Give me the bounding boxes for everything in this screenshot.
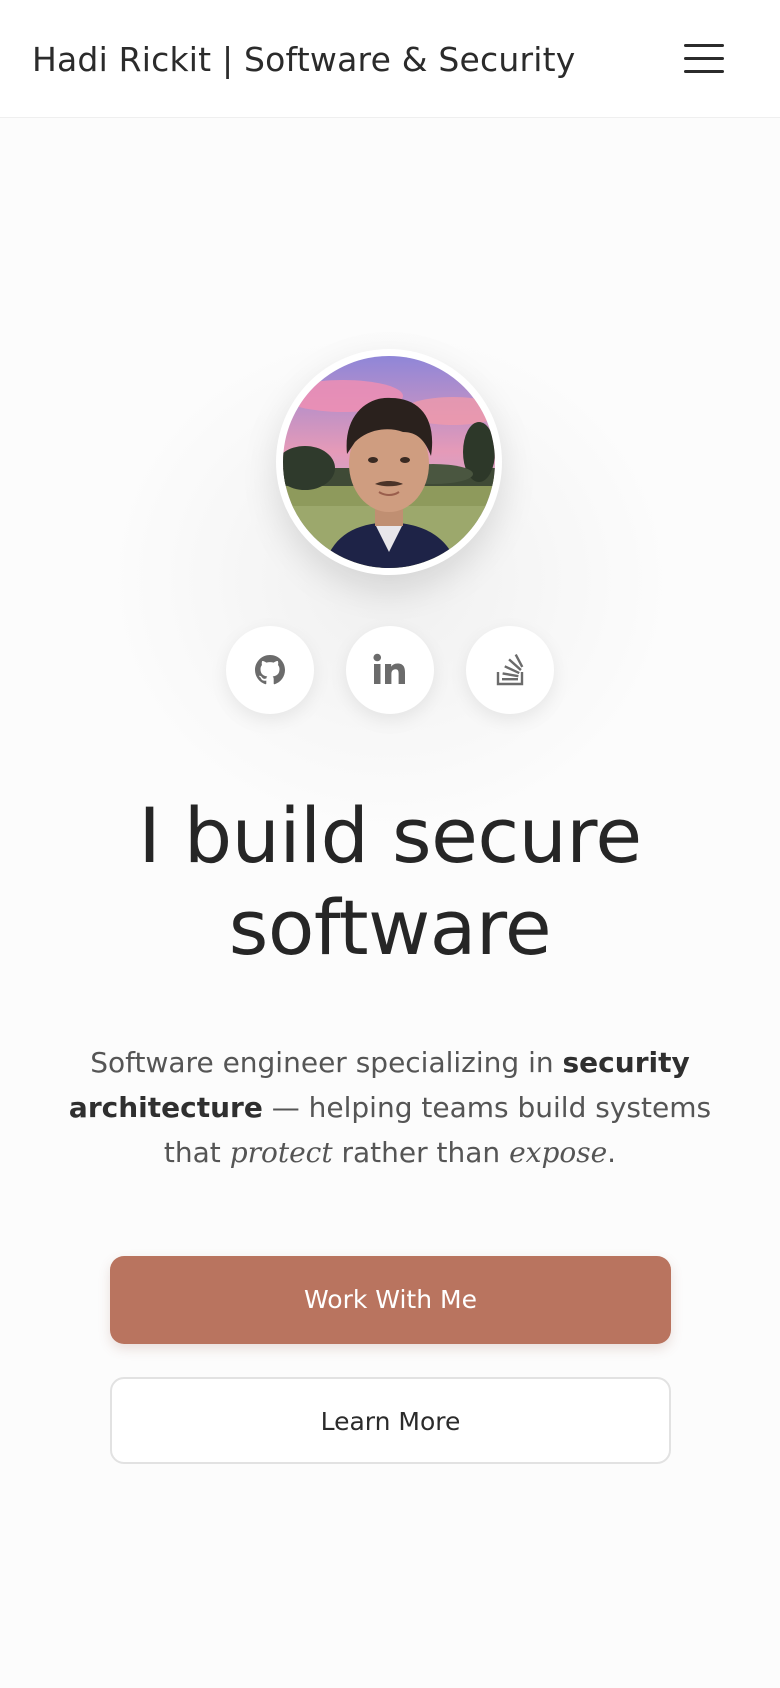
avatar (276, 349, 502, 575)
menu-bar (684, 44, 724, 47)
headline-line-2: software (228, 883, 552, 972)
hero-headline: I build secure software (60, 790, 720, 974)
tagline-text: Software engineer specializing in (90, 1046, 563, 1079)
stackoverflow-link[interactable] (466, 626, 554, 714)
tagline-emphasis: protect (229, 1136, 333, 1169)
site-title[interactable]: Hadi Rickit | Software & Security (32, 38, 576, 82)
stackoverflow-icon (496, 653, 524, 686)
tagline-text: rather than (332, 1136, 510, 1169)
menu-bar (684, 70, 724, 73)
tagline-emphasis: expose (509, 1136, 608, 1169)
hero-tagline: Software engineer specializing in securi… (50, 1040, 730, 1175)
site-header: Hadi Rickit | Software & Security (0, 0, 780, 118)
profile-photo (283, 356, 495, 568)
hamburger-menu-icon[interactable] (680, 38, 728, 78)
linkedin-icon (373, 653, 405, 684)
menu-bar (684, 57, 724, 60)
tagline-text: . (607, 1136, 617, 1169)
linkedin-link[interactable] (346, 626, 434, 714)
headline-line-1: I build secure (138, 791, 642, 880)
work-with-me-button[interactable]: Work With Me (110, 1256, 671, 1344)
learn-more-button[interactable]: Learn More (110, 1377, 671, 1464)
github-link[interactable] (226, 626, 314, 714)
github-icon (255, 655, 285, 685)
